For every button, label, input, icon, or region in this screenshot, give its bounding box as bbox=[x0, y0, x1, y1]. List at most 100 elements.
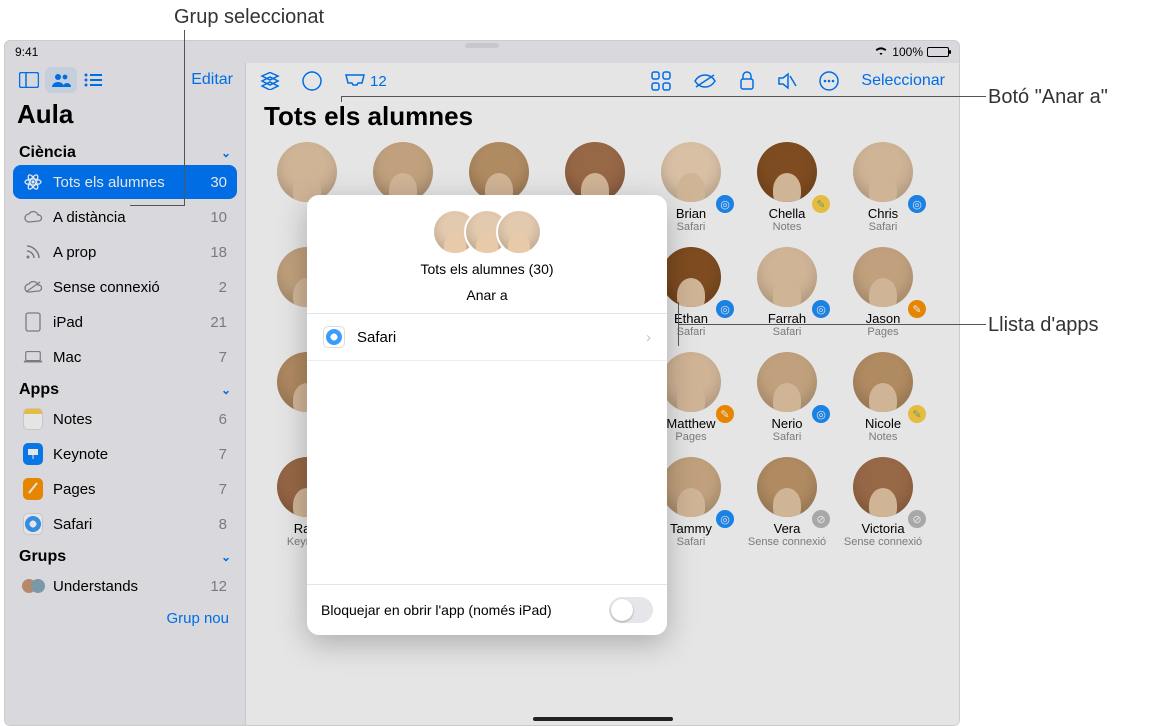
student-app-label: Sense connexió bbox=[748, 536, 826, 548]
view-people-button[interactable] bbox=[45, 67, 77, 93]
student-name: Victoria bbox=[861, 521, 904, 536]
student-app-label: Safari bbox=[773, 431, 802, 443]
select-button[interactable]: Seleccionar bbox=[861, 72, 945, 90]
near-icon bbox=[23, 242, 43, 262]
sidebar-item-count: 10 bbox=[210, 209, 227, 226]
sidebar-item-label: A distància bbox=[53, 209, 126, 226]
notes-icon bbox=[23, 409, 43, 429]
student-name: Nicole bbox=[865, 416, 901, 431]
popover-app-row[interactable]: Safari› bbox=[307, 314, 667, 361]
edit-button[interactable]: Editar bbox=[187, 69, 237, 91]
sidebar-item[interactable]: Pages7 bbox=[13, 472, 237, 506]
app-badge-icon: ✎ bbox=[906, 298, 928, 320]
avatar bbox=[853, 247, 913, 307]
student-cell[interactable]: ✎NicoleNotes bbox=[840, 352, 926, 443]
sidebar-item[interactable]: A distància 10 bbox=[13, 200, 237, 234]
sidebar-item[interactable]: Keynote7 bbox=[13, 437, 237, 471]
avatar bbox=[757, 142, 817, 202]
annotation-line bbox=[341, 96, 342, 102]
sidebar-item[interactable]: Notes6 bbox=[13, 402, 237, 436]
page-title: Tots els alumnes bbox=[246, 97, 959, 142]
hide-button[interactable] bbox=[693, 73, 717, 89]
home-indicator[interactable] bbox=[533, 717, 673, 721]
annotation-line bbox=[184, 30, 185, 205]
avatar bbox=[853, 142, 913, 202]
student-cell[interactable]: ✎ChellaNotes bbox=[744, 142, 830, 233]
student-app-label: Safari bbox=[677, 536, 706, 548]
more-button[interactable] bbox=[819, 71, 839, 91]
wifi-icon bbox=[874, 45, 888, 59]
sidebar-item-label: Understands bbox=[53, 578, 138, 595]
student-name: Tammy bbox=[670, 521, 712, 536]
app-badge-icon: ✎ bbox=[714, 403, 736, 425]
new-group-button[interactable]: Grup nou bbox=[11, 604, 239, 639]
annotation-line bbox=[678, 302, 679, 346]
pages-icon bbox=[23, 479, 43, 499]
mac-icon bbox=[23, 347, 43, 367]
annotation-selected-group: Grup seleccionat bbox=[174, 6, 324, 29]
open-app-button[interactable] bbox=[260, 72, 280, 90]
screens-button[interactable] bbox=[651, 71, 671, 91]
sidebar-item-label: Safari bbox=[53, 516, 92, 533]
sidebar-item[interactable]: A prop18 bbox=[13, 235, 237, 269]
avatar bbox=[661, 142, 721, 202]
section-apps-label: Apps bbox=[19, 381, 59, 399]
student-name: Chella bbox=[769, 206, 806, 221]
safari-icon bbox=[23, 514, 43, 534]
annotation-navigate-button: Botó "Anar a" bbox=[988, 86, 1108, 109]
navigate-button[interactable] bbox=[302, 71, 322, 91]
popover-action-title: Anar a bbox=[466, 287, 507, 303]
popover-avatars bbox=[432, 209, 542, 255]
mute-button[interactable] bbox=[777, 72, 797, 90]
sidebar: Editar Aula Ciència ⌄ Tots els alumnes30… bbox=[5, 63, 245, 725]
section-class-label: Ciència bbox=[19, 144, 76, 162]
app-badge-icon: ◎ bbox=[906, 193, 928, 215]
view-list-button[interactable] bbox=[77, 67, 109, 93]
chevron-down-icon: ⌄ bbox=[221, 550, 231, 564]
student-cell[interactable]: ◎NerioSafari bbox=[744, 352, 830, 443]
annotation-apps-list: Llista d'apps bbox=[988, 314, 1099, 337]
student-cell[interactable]: ⊘VictoriaSense connexió bbox=[840, 457, 926, 548]
app-badge-icon: ◎ bbox=[810, 298, 832, 320]
sidebar-item[interactable]: Safari8 bbox=[13, 507, 237, 541]
student-cell[interactable]: ⊘VeraSense connexió bbox=[744, 457, 830, 548]
student-app-label: Safari bbox=[869, 221, 898, 233]
sidebar-item-count: 7 bbox=[219, 446, 227, 463]
student-app-label: Pages bbox=[675, 431, 706, 443]
popover-app-list: Safari› bbox=[307, 313, 667, 361]
app-badge-icon: ✎ bbox=[810, 193, 832, 215]
sidebar-item-label: Pages bbox=[53, 481, 96, 498]
sidebar-item[interactable]: Sense connexió 2 bbox=[13, 270, 237, 304]
sidebar-item[interactable]: Mac7 bbox=[13, 340, 237, 374]
student-app-label: Pages bbox=[867, 326, 898, 338]
inbox-button[interactable]: 12 bbox=[344, 73, 387, 90]
sidebar-section-class[interactable]: Ciència ⌄ bbox=[11, 138, 239, 164]
multitask-grabber-icon[interactable] bbox=[465, 43, 499, 48]
popover-app-label: Safari bbox=[357, 329, 396, 346]
sidebar-item[interactable]: iPad21 bbox=[13, 305, 237, 339]
avatar bbox=[373, 142, 433, 202]
sidebar-section-apps[interactable]: Apps ⌄ bbox=[11, 375, 239, 401]
inbox-count: 12 bbox=[370, 73, 387, 90]
ipad-frame: 9:41 100% bbox=[4, 40, 960, 726]
lock-on-open-switch[interactable] bbox=[609, 597, 653, 623]
student-app-label: Safari bbox=[677, 326, 706, 338]
student-cell[interactable]: ◎ChrisSafari bbox=[840, 142, 926, 233]
app-badge-icon: ◎ bbox=[714, 298, 736, 320]
avatar bbox=[277, 142, 337, 202]
lock-button[interactable] bbox=[739, 71, 755, 91]
sidebar-item-label: Sense connexió bbox=[53, 279, 160, 296]
app-badge-icon: ⊘ bbox=[810, 508, 832, 530]
annotation-line bbox=[130, 205, 185, 206]
app-badge-icon: ⊘ bbox=[906, 508, 928, 530]
sidebar-item-count: 2 bbox=[219, 279, 227, 296]
sidebar-item-label: Tots els alumnes bbox=[53, 174, 165, 191]
avatar bbox=[853, 352, 913, 412]
sidebar-item[interactable]: Understands 12 bbox=[13, 569, 237, 603]
popover-lock-label: Bloquejar en obrir l'app (només iPad) bbox=[321, 602, 552, 618]
sidebar-item-count: 12 bbox=[210, 578, 227, 595]
sidebar-section-groups[interactable]: Grups ⌄ bbox=[11, 542, 239, 568]
sidebar-toggle-button[interactable] bbox=[13, 67, 45, 93]
sidebar-item-label: iPad bbox=[53, 314, 83, 331]
sidebar-item[interactable]: Tots els alumnes30 bbox=[13, 165, 237, 199]
